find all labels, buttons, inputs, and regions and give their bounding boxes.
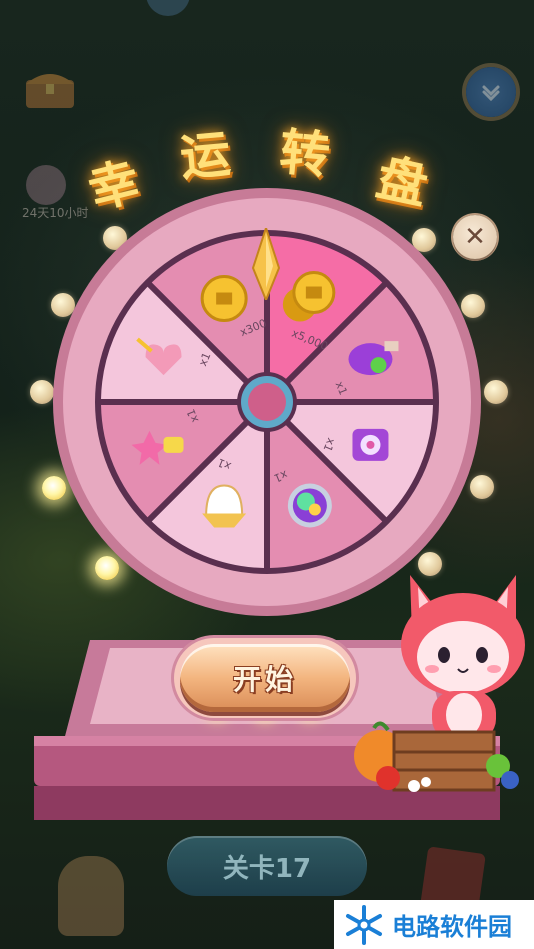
fruit-crate — [354, 721, 519, 792]
wheel-hub — [248, 383, 286, 421]
start-button[interactable]: 开始 — [180, 644, 350, 712]
rainbow-orb-icon — [287, 483, 332, 528]
watermark: 电路软件园 — [334, 900, 534, 949]
level-label: 关卡17 — [222, 853, 312, 884]
start-button-label: 开始 — [232, 663, 297, 696]
dropdown-button[interactable] — [466, 67, 516, 117]
gold-coin-icon — [200, 275, 248, 323]
title-char: 运 — [177, 124, 233, 188]
game-scene: 24天10小时 幸 运 转 盘 ✕ x5,000 x1 x1 x1 x1 x1 … — [0, 0, 534, 949]
character-avatar-icon — [58, 856, 124, 936]
chevron-down-icon — [482, 85, 500, 102]
treasure-chest-icon — [22, 64, 78, 112]
flower-box-icon — [352, 428, 389, 461]
level-button[interactable]: 关卡17 — [167, 836, 367, 896]
light-bulb — [484, 380, 508, 404]
title-char: 转 — [277, 122, 333, 186]
light-bulb — [30, 380, 54, 404]
watermark-text: 电路软件园 — [392, 913, 512, 941]
wheel-pointer — [251, 228, 281, 300]
snowflake-logo-icon — [346, 904, 382, 945]
avatar-icon — [146, 0, 190, 16]
